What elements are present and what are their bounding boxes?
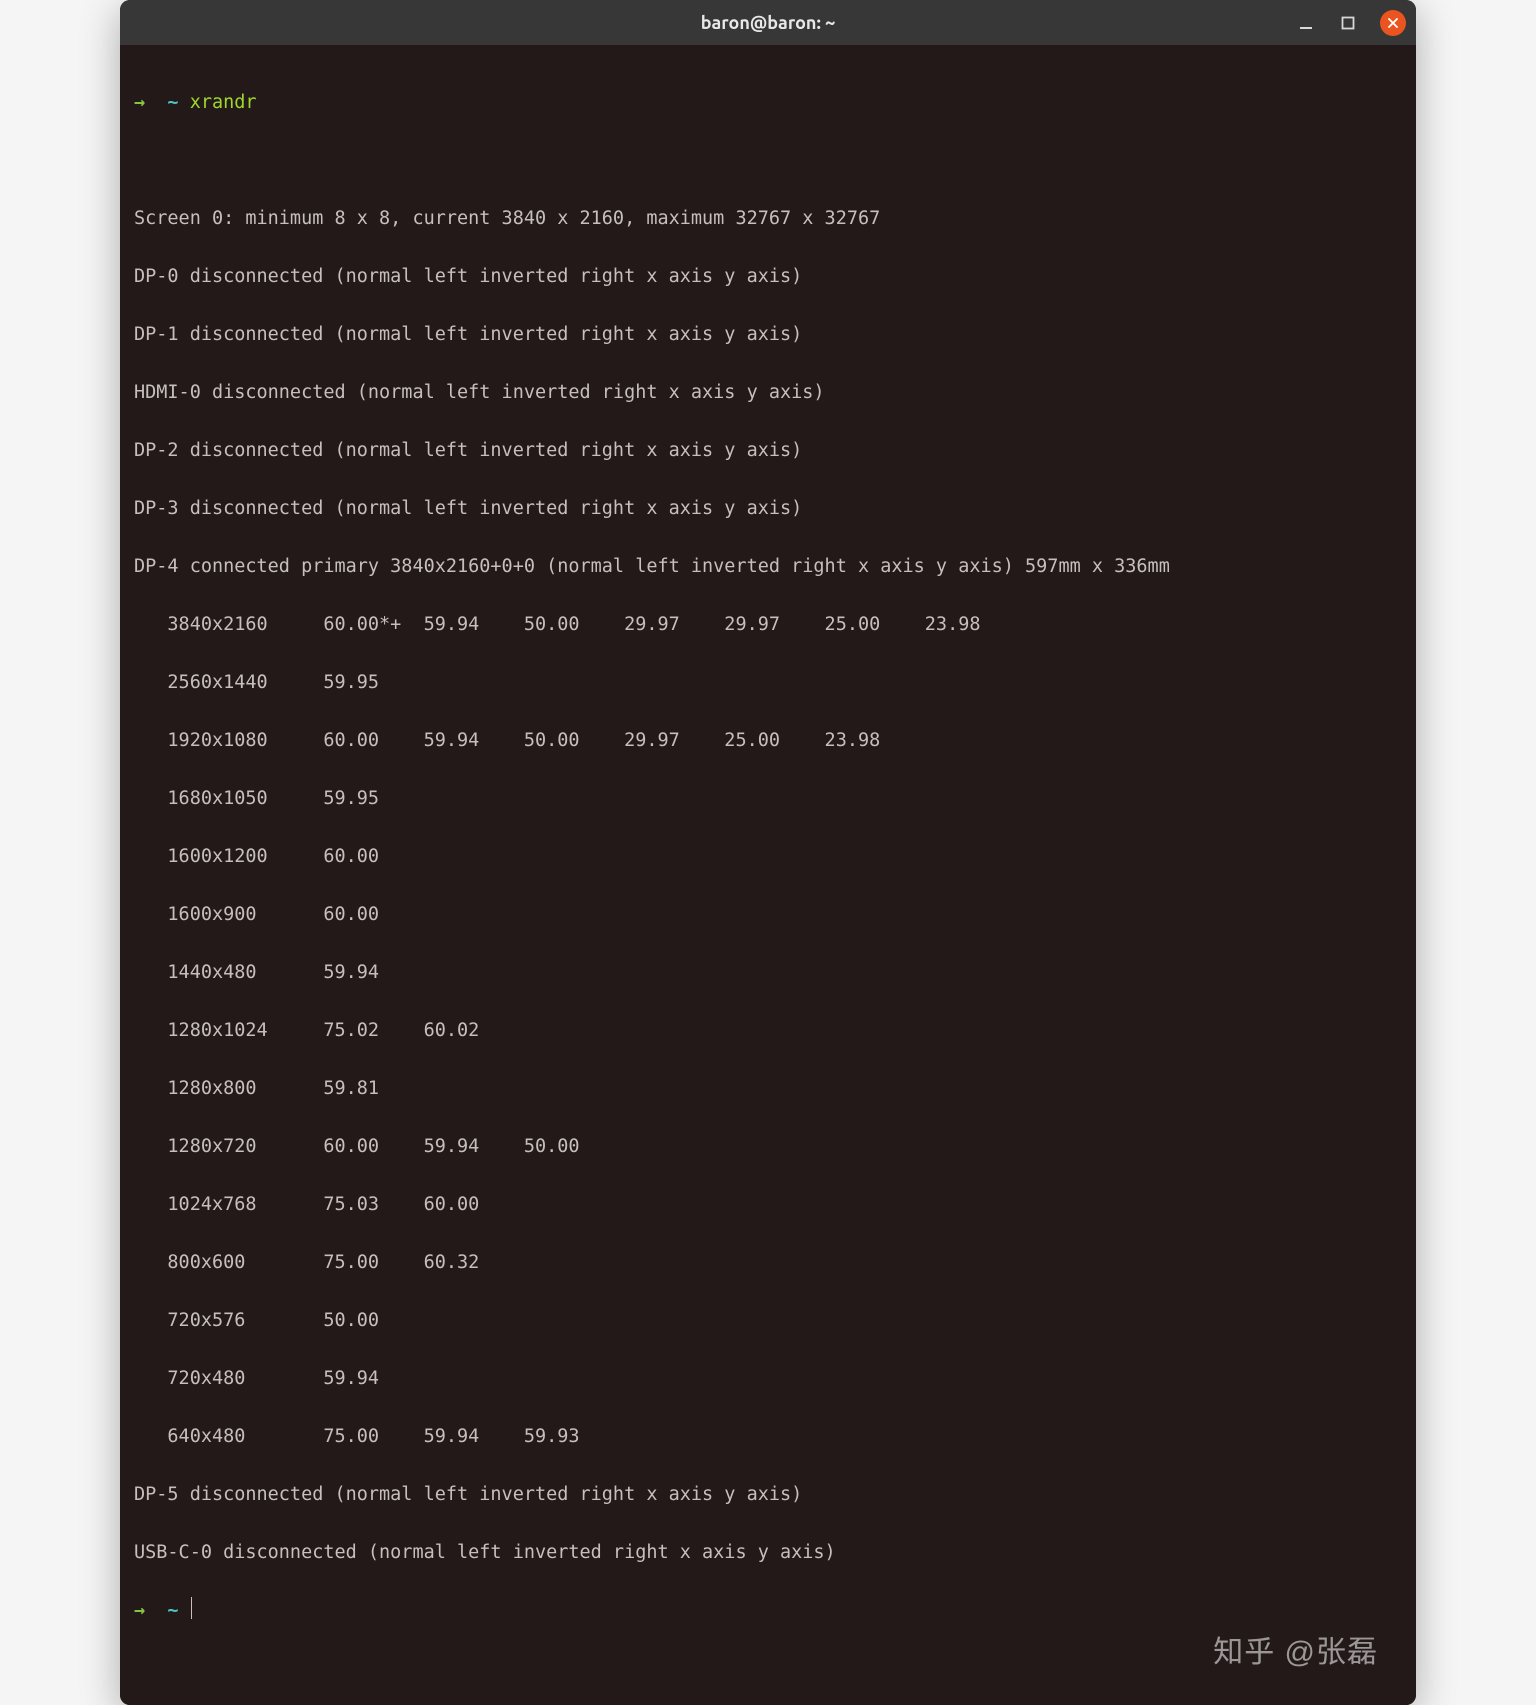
output-line: 720x576 50.00 bbox=[134, 1306, 1402, 1335]
prompt-line-2: → ~ bbox=[134, 1596, 1402, 1625]
close-button[interactable] bbox=[1380, 10, 1406, 36]
terminal-window: baron@baron: ~ → ~ xrandr Screen 0: mini… bbox=[120, 0, 1416, 1705]
maximize-icon bbox=[1341, 16, 1355, 30]
output-line: 1680x1050 59.95 bbox=[134, 784, 1402, 813]
titlebar: baron@baron: ~ bbox=[120, 0, 1416, 45]
output-line: USB-C-0 disconnected (normal left invert… bbox=[134, 1538, 1402, 1567]
window-title: baron@baron: ~ bbox=[701, 13, 836, 33]
output-line: 1920x1080 60.00 59.94 50.00 29.97 25.00 … bbox=[134, 726, 1402, 755]
prompt-cwd: ~ bbox=[167, 1600, 178, 1621]
output-line: 1280x720 60.00 59.94 50.00 bbox=[134, 1132, 1402, 1161]
maximize-button[interactable] bbox=[1338, 13, 1358, 33]
output-line: 800x600 75.00 60.32 bbox=[134, 1248, 1402, 1277]
minimize-button[interactable] bbox=[1296, 13, 1316, 33]
output-line: 3840x2160 60.00*+ 59.94 50.00 29.97 29.9… bbox=[134, 610, 1402, 639]
output-line: 640x480 75.00 59.94 59.93 bbox=[134, 1422, 1402, 1451]
output-line: 2560x1440 59.95 bbox=[134, 668, 1402, 697]
output-line: 1280x1024 75.02 60.02 bbox=[134, 1016, 1402, 1045]
terminal-body[interactable]: → ~ xrandr Screen 0: minimum 8 x 8, curr… bbox=[120, 45, 1416, 1705]
output-line: 720x480 59.94 bbox=[134, 1364, 1402, 1393]
output-line: 1024x768 75.03 60.00 bbox=[134, 1190, 1402, 1219]
output-line: DP-2 disconnected (normal left inverted … bbox=[134, 436, 1402, 465]
output-line: HDMI-0 disconnected (normal left inverte… bbox=[134, 378, 1402, 407]
output-line: 1600x900 60.00 bbox=[134, 900, 1402, 929]
prompt-cwd: ~ bbox=[167, 92, 178, 113]
output-line: DP-1 disconnected (normal left inverted … bbox=[134, 320, 1402, 349]
output-line: 1600x1200 60.00 bbox=[134, 842, 1402, 871]
window-controls bbox=[1296, 10, 1406, 36]
output-line: DP-0 disconnected (normal left inverted … bbox=[134, 262, 1402, 291]
minimize-icon bbox=[1299, 16, 1313, 30]
close-icon bbox=[1387, 17, 1399, 29]
command-text: xrandr bbox=[190, 92, 257, 113]
output-line: DP-3 disconnected (normal left inverted … bbox=[134, 494, 1402, 523]
output-line: 1440x480 59.94 bbox=[134, 958, 1402, 987]
output-line: Screen 0: minimum 8 x 8, current 3840 x … bbox=[134, 204, 1402, 233]
prompt-line-1: → ~ xrandr bbox=[134, 88, 1402, 117]
output-line: DP-4 connected primary 3840x2160+0+0 (no… bbox=[134, 552, 1402, 581]
prompt-arrow-icon: → bbox=[134, 92, 145, 113]
prompt-arrow-icon: → bbox=[134, 1600, 145, 1621]
output-line: DP-5 disconnected (normal left inverted … bbox=[134, 1480, 1402, 1509]
blank-line bbox=[134, 146, 1402, 175]
cursor-icon bbox=[191, 1597, 193, 1619]
output-line: 1280x800 59.81 bbox=[134, 1074, 1402, 1103]
